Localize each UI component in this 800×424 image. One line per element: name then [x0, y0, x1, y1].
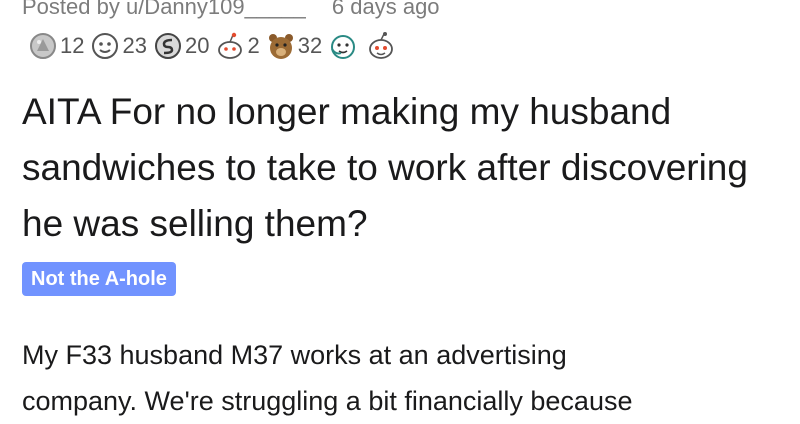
award-snoo-face[interactable]	[366, 31, 398, 61]
hugz-award-icon	[328, 31, 358, 61]
post-flair-badge[interactable]: Not the A-hole	[22, 262, 176, 296]
post-body-line: My F33 husband M37 works at an advertisi…	[22, 340, 567, 370]
post-meta: Posted by u/Danny109_____ 6 days ago	[22, 0, 440, 20]
award-count: 20	[184, 33, 210, 58]
award-silver[interactable]: 12	[28, 31, 84, 61]
silver-award-icon	[28, 31, 58, 61]
snoo-face-award-icon	[366, 31, 396, 61]
award-count: 32	[297, 33, 323, 58]
post-body-line: company. We're struggling a bit financia…	[22, 386, 633, 416]
post-title[interactable]: AITA For no longer making my husband san…	[22, 84, 792, 252]
award-wholesome-seal[interactable]: 20	[153, 31, 209, 61]
snoo-award-icon	[215, 31, 245, 61]
award-bear[interactable]: 32	[266, 31, 322, 61]
award-helpful[interactable]: 23	[90, 31, 147, 61]
post-timestamp[interactable]: 6 days ago	[332, 0, 440, 19]
award-count: 23	[122, 33, 147, 58]
award-snoo[interactable]: 2	[215, 31, 260, 61]
award-count: 2	[247, 33, 260, 58]
award-count: 12	[60, 33, 85, 58]
posted-by-author-link[interactable]: Posted by u/Danny109_____	[22, 0, 306, 19]
helpful-award-icon	[90, 31, 120, 61]
award-hugz[interactable]	[328, 31, 360, 61]
post-body: My F33 husband M37 works at an advertisi…	[22, 332, 792, 424]
awards-bar[interactable]: 12 23 20 2 32	[28, 30, 404, 62]
wholesome-seal-award-icon	[153, 31, 183, 61]
bear-award-icon	[266, 31, 296, 61]
